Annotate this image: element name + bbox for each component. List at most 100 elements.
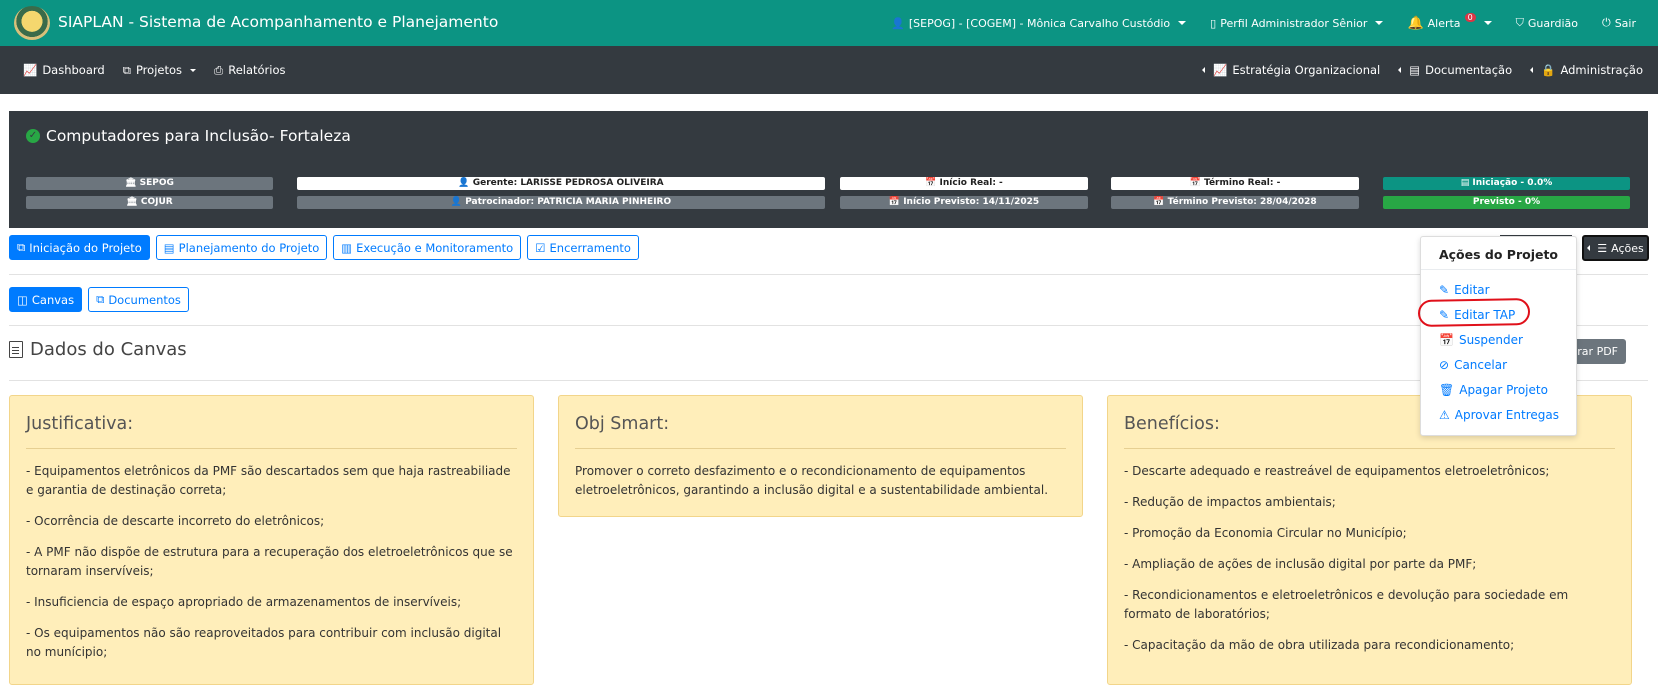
app-title[interactable]: SIAPLAN - Sistema de Acompanhamento e Pl… (58, 13, 498, 31)
actions-button-label: Ações (1611, 241, 1644, 255)
bell-icon: 🔔 (1407, 15, 1424, 31)
progress-real-badge: ▤ Iniciação - 0.0% (1383, 177, 1630, 190)
project-title: Computadores para Inclusão- Fortaleza (46, 127, 351, 145)
chevron-down-icon (190, 68, 197, 72)
divider (9, 380, 1648, 381)
list-item: - Ocorrência de descarte incorreto do el… (26, 514, 325, 528)
caret-left-icon (1202, 67, 1205, 73)
nav-dashboard[interactable]: 📈 Dashboard (14, 63, 114, 77)
menu-item-aprovar-entregas[interactable]: ⚠ Aprovar Entregas (1439, 408, 1559, 422)
tab-execucao-label: Execução e Monitoramento (356, 240, 514, 255)
nav-relatorios[interactable]: ⎙ Relatórios (205, 63, 295, 78)
book-icon: ▤ (1409, 63, 1421, 77)
actions-button[interactable]: ☰ Ações (1582, 235, 1649, 261)
nav-estrategia[interactable]: 📈 Estratégia Organizacional (1193, 63, 1389, 77)
clone-icon: ⧉ (96, 292, 105, 306)
red-annotation-circle (1417, 298, 1531, 327)
id-card-icon: ▯ (1210, 16, 1217, 30)
tab-documentos[interactable]: ⧉ Documentos (88, 287, 189, 312)
nav-documentacao-label: Documentação (1425, 63, 1513, 77)
menu-item-cancelar[interactable]: ⊘ Cancelar (1439, 358, 1507, 372)
menu-item-label: Cancelar (1454, 358, 1508, 372)
end-real-badge: 📅 Término Real: - (1111, 177, 1359, 190)
chart-line-icon: 📈 (23, 63, 38, 77)
bar-chart-icon: ▥ (341, 240, 353, 255)
list-item: Promover o correto desfazimento e o reco… (575, 464, 1049, 497)
tab-iniciacao-label: Iniciação do Projeto (29, 240, 142, 255)
nav-administracao[interactable]: 🔒 Administração (1521, 63, 1652, 77)
clone-icon: ⧉ (17, 240, 26, 254)
menu-item-editar[interactable]: ✎ Editar (1439, 283, 1490, 297)
chevron-down-icon (1178, 21, 1187, 25)
divider (9, 274, 1648, 275)
list-icon: ☰ (1597, 241, 1608, 255)
section-title: Dados do Canvas (30, 339, 187, 360)
guardian-label: Guardião (1527, 16, 1578, 30)
power-icon: ⏻ (1601, 16, 1611, 29)
lock-icon: 🔒 (1541, 63, 1556, 77)
tab-encerramento-label: Encerramento (549, 240, 631, 255)
list-item: - Capacitação da mão de obra utilizada p… (1124, 638, 1515, 652)
list-item: - Ampliação de ações de inclusão digital… (1124, 557, 1477, 571)
start-real-badge: 📅 Início Real: - (840, 177, 1088, 190)
nav-relatorios-label: Relatórios (228, 63, 286, 77)
nav-documentacao[interactable]: ▤ Documentação (1389, 63, 1521, 77)
tab-canvas[interactable]: ◫ Canvas (9, 287, 83, 312)
tab-encerramento[interactable]: ☑ Encerramento (527, 235, 639, 260)
tab-planejamento-label: Planejamento do Projeto (178, 240, 320, 255)
nav-projetos[interactable]: ⧉ Projetos (114, 63, 205, 78)
card-beneficios: Benefícios: - Descarte adequado e reastr… (1107, 395, 1632, 685)
sub-tabs: ◫ Canvas ⧉ Documentos (9, 287, 189, 312)
progress-planned-badge: Previsto - 0% (1383, 196, 1630, 209)
exit-label: Sair (1614, 16, 1636, 30)
chevron-down-icon (1375, 21, 1384, 25)
user-icon: 👤 (891, 16, 905, 30)
list-item: - Promoção da Economia Circular no Munic… (1124, 526, 1407, 540)
dropdown-header: Ações do Projeto (1438, 247, 1559, 262)
menu-item-label: Suspender (1458, 333, 1523, 347)
app-logo[interactable] (14, 6, 50, 40)
chevron-down-icon (1483, 21, 1492, 25)
list-item: - Equipamentos eletrônicos da PMF são de… (26, 464, 511, 497)
tab-planejamento[interactable]: ▤ Planejamento do Projeto (155, 235, 328, 260)
main-nav-left: 📈 Dashboard ⧉ Projetos ⎙ Relatórios (14, 46, 295, 94)
actions-dropdown: Ações do Projeto ✎ Editar ✎ Editar TAP 📅… (1420, 236, 1577, 436)
list-item: - Recondicionamentos e eletroeletrônicos… (1124, 588, 1569, 621)
file-text-icon (9, 341, 23, 358)
alert-label: Alerta (1427, 16, 1461, 30)
list-item: - A PMF não dispõe de estrutura para a r… (26, 545, 513, 578)
user-label: [SEPOG] - [COGEM] - Mônica Carvalho Cust… (908, 16, 1171, 30)
tab-canvas-label: Canvas (31, 292, 75, 307)
user-menu[interactable]: 👤 [SEPOG] - [COGEM] - Mônica Carvalho Cu… (879, 17, 1198, 30)
card-title: Justificativa: (26, 414, 134, 434)
tab-iniciacao[interactable]: ⧉ Iniciação do Projeto (9, 235, 150, 260)
trash-icon: 🗑 (1439, 383, 1455, 397)
project-title-row: ✓ Computadores para Inclusão- Fortaleza (26, 127, 351, 145)
exit-link[interactable]: ⏻ Sair (1590, 16, 1648, 30)
tab-execucao[interactable]: ▥ Execução e Monitoramento (333, 235, 522, 260)
shield-icon: ⛉ (1515, 16, 1524, 29)
pencil-icon: ✎ (1439, 283, 1450, 297)
section-title-row: Dados do Canvas (9, 339, 187, 360)
menu-item-suspender[interactable]: 📅 Suspender (1439, 333, 1523, 347)
profile-menu[interactable]: ▯ Perfil Administrador Sênior (1198, 17, 1395, 30)
menu-item-apagar-projeto[interactable]: 🗑 Apagar Projeto (1439, 383, 1548, 397)
caret-left-icon (1398, 67, 1402, 73)
check-circle-icon: ✓ (26, 129, 40, 143)
start-planned-badge: 📅 Início Previsto: 14/11/2025 (840, 196, 1088, 209)
menu-item-label: Aprovar Entregas (1454, 408, 1559, 422)
guardian-link[interactable]: ⛉ Guardião (1504, 16, 1590, 30)
card-divider (26, 448, 517, 449)
divider (9, 325, 1648, 326)
card-obj-smart: Obj Smart: Promover o correto desfazimen… (558, 395, 1083, 517)
warning-icon: ⚠ (1439, 408, 1450, 422)
card-body: Promover o correto desfazimento e o reco… (575, 462, 1066, 512)
tab-documentos-label: Documentos (108, 292, 181, 307)
org-badge-sepog: 🏛 SEPOG (26, 177, 273, 190)
alert-menu[interactable]: 🔔 Alerta 0 (1395, 12, 1503, 31)
menu-item-label: Apagar Projeto (1459, 383, 1548, 397)
ban-icon: ⊘ (1439, 358, 1450, 372)
main-nav-right: 📈 Estratégia Organizacional ▤ Documentaç… (1193, 46, 1652, 94)
clone-icon: ⧉ (122, 62, 131, 77)
caret-left-icon (1587, 245, 1591, 251)
